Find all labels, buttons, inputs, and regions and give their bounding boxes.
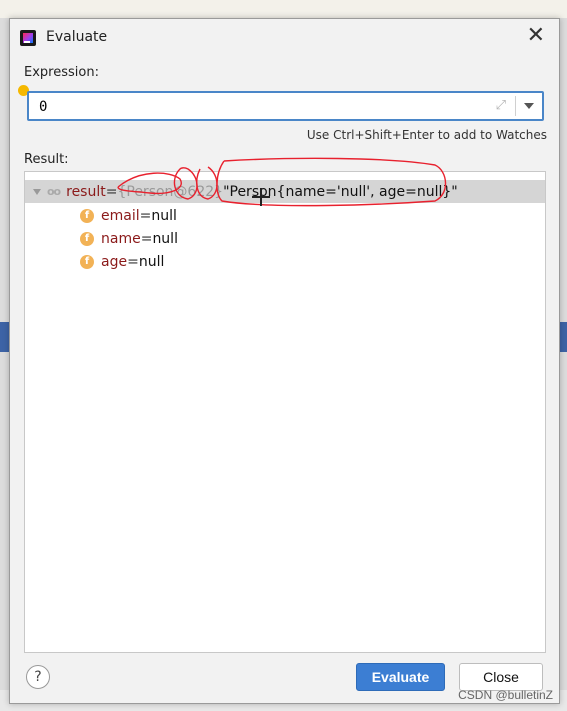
equals-sign: = <box>139 207 152 224</box>
tree-row-field[interactable]: f email = null <box>25 204 567 227</box>
chevron-down-icon <box>524 103 534 109</box>
intellij-app-icon <box>20 30 36 46</box>
equals-sign: = <box>140 230 153 247</box>
tree-row-result[interactable]: oo result = {Person@622} "Person{name='n… <box>25 180 545 203</box>
field-value: null <box>151 207 177 224</box>
equals-sign: = <box>127 253 139 270</box>
evaluate-button[interactable]: Evaluate <box>356 663 445 691</box>
expression-input[interactable] <box>37 96 481 118</box>
result-tree[interactable]: oo result = {Person@622} "Person{name='n… <box>24 171 546 653</box>
field-icon: f <box>80 254 94 269</box>
dialog-title: Evaluate <box>46 29 108 45</box>
tostring-value: "Person{name='null', age=null}" <box>223 183 458 200</box>
close-button[interactable]: Close <box>459 663 543 691</box>
collapse-arrow-icon[interactable] <box>33 188 41 195</box>
close-icon[interactable]: ✕ <box>527 25 545 47</box>
object-icon: oo <box>47 185 61 198</box>
evaluate-dialog: Evaluate ✕ Expression: ⤢ Use Ctrl+Shift+… <box>9 18 560 704</box>
help-button[interactable]: ? <box>26 665 50 689</box>
background-editor-strip <box>0 0 567 18</box>
field-value: null <box>152 230 178 247</box>
object-reference: {Person@622} <box>117 183 224 200</box>
field-icon: f <box>80 208 94 223</box>
watermark-text: CSDN @bulletinZ <box>458 688 553 702</box>
field-name: age <box>101 253 128 270</box>
field-value: null <box>138 253 165 270</box>
expression-field[interactable]: ⤢ <box>27 91 544 121</box>
equals-sign: = <box>105 183 118 200</box>
watches-hint: Use Ctrl+Shift+Enter to add to Watches <box>306 128 547 142</box>
field-name: name <box>101 230 141 247</box>
field-name: email <box>101 207 140 224</box>
expand-icon[interactable]: ⤢ <box>496 98 506 113</box>
tree-row-field[interactable]: f age = null <box>25 250 567 273</box>
tree-row-field[interactable]: f name = null <box>25 227 567 250</box>
result-label: Result: <box>24 152 69 167</box>
dialog-titlebar: Evaluate ✕ <box>10 19 559 57</box>
expression-label: Expression: <box>24 65 99 80</box>
variable-name: result <box>66 183 106 200</box>
history-dropdown-button[interactable] <box>516 93 542 119</box>
field-icon: f <box>80 231 94 246</box>
